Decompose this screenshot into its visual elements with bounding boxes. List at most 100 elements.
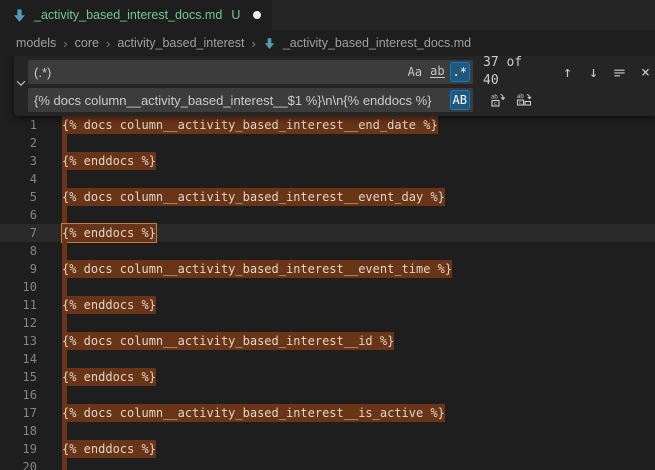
line-content: {% enddocs %} [62,368,156,386]
find-input-box: Aa ab .* [28,60,473,84]
editor-line[interactable]: 17{% docs column__activity_based_interes… [0,404,655,422]
search-match-empty [62,422,67,440]
line-content: {% docs column__activity_based_interest_… [62,332,394,350]
svg-text:c: c [494,101,497,107]
editor-line[interactable]: 19{% enddocs %} [0,440,655,458]
search-match: {% docs column__activity_based_interest_… [62,332,394,350]
tab-bar: _activity_based_interest_docs.md U [0,0,655,30]
editor-line[interactable]: 13 {% docs column__activity_based_interes… [0,332,655,350]
next-match-button[interactable]: ↓ [582,61,605,83]
line-number: 10 [0,278,37,296]
line-content: {% docs column__activity_based_interest_… [62,188,445,206]
line-number: 12 [0,314,37,332]
replace-all-button[interactable]: ab c [512,89,535,111]
search-match: {% enddocs %} [62,440,156,458]
line-number: 14 [0,350,37,368]
regex-toggle[interactable]: .* [450,62,470,82]
line-content: {% enddocs %} [62,152,156,170]
line-content [62,278,67,296]
breadcrumb-item-activity-based-interest[interactable]: activity_based_interest [117,36,244,50]
line-content: {% docs column__activity_based_interest_… [62,260,452,278]
line-number: 6 [0,206,37,224]
editor-line[interactable]: 12 [0,314,655,332]
editor-line[interactable]: 14 [0,350,655,368]
markdown-file-icon [263,37,276,50]
match-case-toggle[interactable]: Aa [405,62,425,82]
chevron-right-icon: › [63,36,67,51]
editor-line[interactable]: 11 {% enddocs %} [0,296,655,314]
search-match: {% docs column__activity_based_interest_… [62,116,438,134]
line-number: 4 [0,170,37,188]
breadcrumb-item-core[interactable]: core [75,36,99,50]
editor-line[interactable]: 6 [0,206,655,224]
line-number: 11 [0,296,37,314]
replace-actions: ab c ab [483,89,535,111]
line-number: 2 [0,134,37,152]
editor-line[interactable]: 8 [0,242,655,260]
line-content: {% docs column__activity_based_interest_… [62,404,445,422]
line-content [62,386,67,404]
replace-input[interactable] [34,93,448,108]
editor-line[interactable]: 10 [0,278,655,296]
replace-button[interactable]: ab c [486,89,509,111]
line-number: 16 [0,386,37,404]
search-match: {% docs column__activity_based_interest_… [62,404,445,422]
search-match-empty [62,206,67,224]
line-content [62,206,67,224]
markdown-file-icon [12,8,27,23]
breadcrumb: models › core › activity_based_interest … [0,30,655,56]
search-match-empty [62,170,67,188]
find-in-selection-button[interactable] [608,61,631,83]
svg-text:ab: ab [517,94,524,100]
previous-match-button[interactable]: ↑ [556,61,579,83]
replace-input-box: AB [28,88,473,112]
editor-line[interactable]: 18 [0,422,655,440]
editor-line[interactable]: 20 [0,458,655,470]
editor-line[interactable]: 1{% docs column__activity_based_interest… [0,116,655,134]
search-match-empty [62,242,67,260]
line-number: 13 [0,332,37,350]
editor-tab[interactable]: _activity_based_interest_docs.md U [0,0,272,30]
preserve-case-toggle[interactable]: AB [450,90,470,110]
editor-line[interactable]: 3{% enddocs %} [0,152,655,170]
chevron-down-icon [14,76,28,96]
line-number: 15 [0,368,37,386]
breadcrumb-item-file[interactable]: _activity_based_interest_docs.md [283,36,471,50]
close-find-widget-button[interactable]: × [634,61,655,83]
line-number: 7 [0,224,37,242]
line-number: 18 [0,422,37,440]
search-match-empty [62,134,67,152]
editor-line[interactable]: 16 [0,386,655,404]
line-number: 9 [0,260,37,278]
line-content: {% docs column__activity_based_interest_… [62,116,438,134]
modified-dot-icon[interactable] [253,11,261,19]
search-match: {% enddocs %} [62,368,156,386]
line-content [62,134,67,152]
current-search-match: {% enddocs %} [62,224,156,242]
find-input[interactable] [34,65,403,80]
editor-pane[interactable]: Aa ab .* 37 of 40 ↑ ↓ × [0,56,655,470]
git-status-badge: U [231,8,240,22]
search-match-empty [62,314,67,332]
search-match-empty [62,386,67,404]
breadcrumb-item-models[interactable]: models [16,36,56,50]
editor-line[interactable]: 9 {% docs column__activity_based_interest… [0,260,655,278]
search-match: {% docs column__activity_based_interest_… [62,188,445,206]
search-match: {% enddocs %} [62,152,156,170]
vscode-window: _activity_based_interest_docs.md U model… [0,0,655,470]
editor-line[interactable]: 15 {% enddocs %} [0,368,655,386]
editor-line[interactable]: 4 [0,170,655,188]
toggle-replace-button[interactable] [14,60,28,112]
editor-line[interactable]: 5{% docs column__activity_based_interest… [0,188,655,206]
line-content: {% enddocs %} [62,224,156,242]
match-count: 37 of 40 [483,56,545,90]
editor-lines: 1{% docs column__activity_based_interest… [0,56,655,470]
search-match: {% docs column__activity_based_interest_… [62,260,452,278]
editor-line[interactable]: 7 {% enddocs %} [0,224,655,242]
whole-word-toggle[interactable]: ab [427,62,447,82]
line-content [62,458,67,470]
search-match: {% enddocs %} [62,296,156,314]
editor-line[interactable]: 2 [0,134,655,152]
tab-title: _activity_based_interest_docs.md [34,8,222,22]
search-match-empty [62,350,67,368]
